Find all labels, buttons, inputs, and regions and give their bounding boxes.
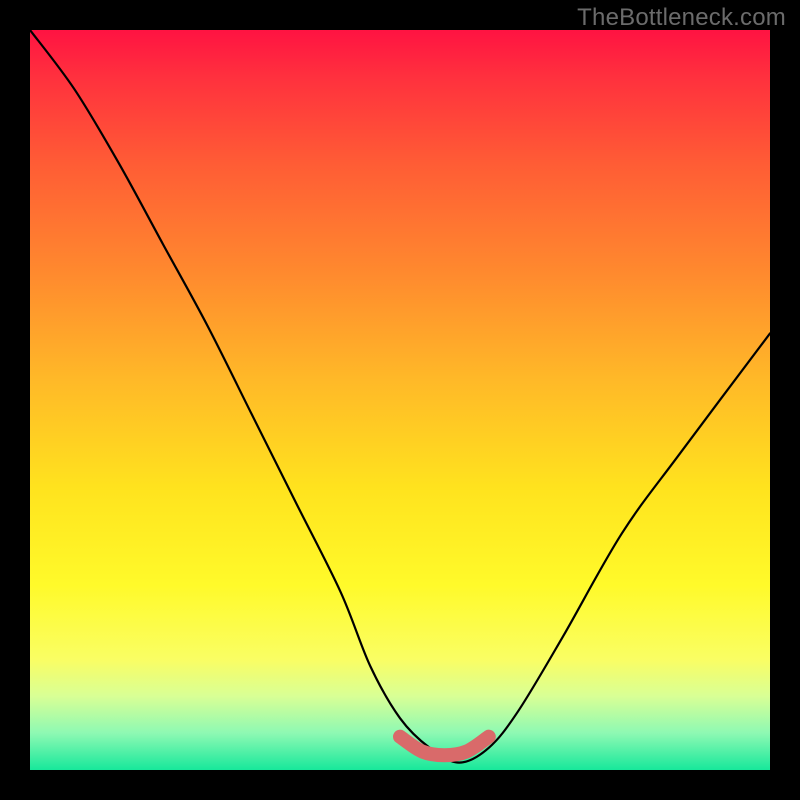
watermark-label: TheBottleneck.com [577,4,786,32]
plot-area [30,30,770,770]
chart-svg [30,30,770,770]
optimal-zone-path [400,737,489,756]
bottleneck-curve-path [30,30,770,763]
chart-frame: TheBottleneck.com [0,0,800,800]
